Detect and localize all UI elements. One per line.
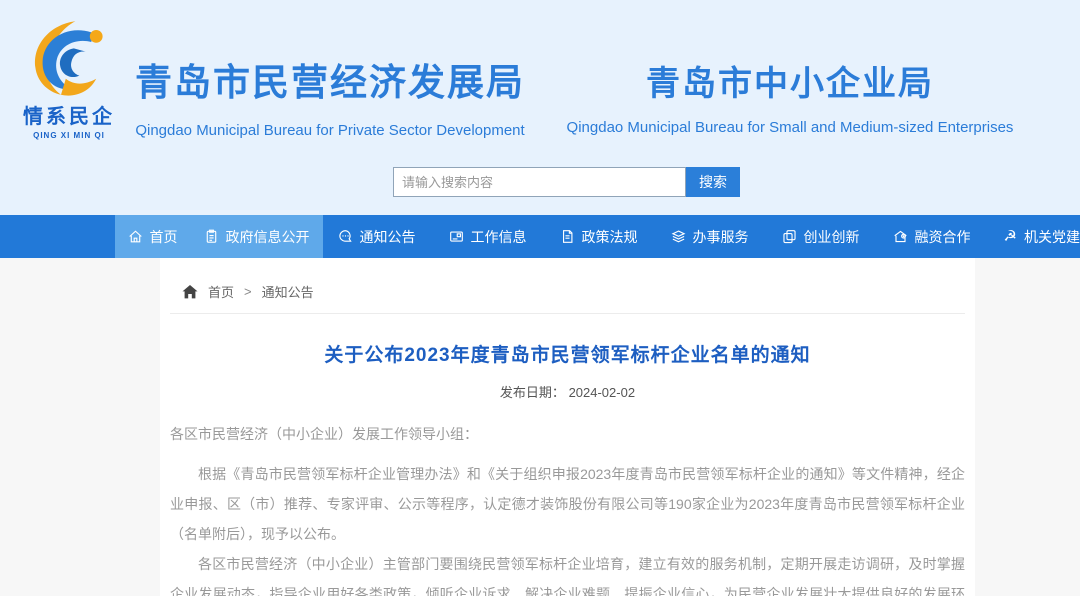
nav-label: 通知公告: [360, 227, 416, 247]
nav-label: 机关党建: [1024, 227, 1080, 247]
org-left-subtitle: Qingdao Municipal Bureau for Private Sec…: [130, 122, 530, 139]
home-icon: [128, 229, 143, 244]
org-left: 青岛市民营经济发展局 Qingdao Municipal Bureau for …: [130, 52, 530, 139]
search-bar: 搜索: [393, 167, 740, 197]
site-logo: 情系民企 QING XI MIN QI: [10, 18, 128, 140]
nav-item-innovation[interactable]: 创业创新: [782, 227, 860, 247]
article-body: 各区市民营经济（中小企业）发展工作领导小组： 根据《青岛市民营领军标杆企业管理办…: [170, 419, 965, 596]
breadcrumb-current[interactable]: 通知公告: [262, 282, 314, 301]
nav-item-work-info[interactable]: 工作信息: [449, 227, 527, 247]
nav-item-financing[interactable]: 融资合作: [893, 227, 971, 247]
nav-label: 政府信息公开: [226, 227, 310, 247]
layers-icon: [671, 229, 686, 244]
main-nav: 首页 政府信息公开 通知公告 工作信息 政策法规: [0, 215, 1080, 258]
nav-spacer: [0, 215, 115, 258]
nav-item-policies[interactable]: 政策法规: [560, 227, 638, 247]
nav-highlight-segment: 首页 政府信息公开: [115, 215, 323, 258]
party-icon: ☭: [1004, 229, 1017, 244]
article-paragraph-2: 各区市民营经济（中小企业）主管部门要围绕民营领军标杆企业培育，建立有效的服务机制…: [170, 549, 965, 596]
nav-label: 首页: [150, 227, 178, 247]
bank-icon: [893, 229, 908, 244]
nav-label: 创业创新: [804, 227, 860, 247]
org-right: 青岛市中小企业局 Qingdao Municipal Bureau for Sm…: [545, 56, 1035, 136]
org-right-subtitle: Qingdao Municipal Bureau for Small and M…: [545, 119, 1035, 136]
nav-item-services[interactable]: 办事服务: [671, 227, 749, 247]
site-header: 情系民企 QING XI MIN QI 青岛市民营经济发展局 Qingdao M…: [0, 0, 1080, 215]
logo-emblem-icon: [25, 18, 113, 98]
clipboard-icon: [204, 229, 219, 244]
nav-rest-segment: 通知公告 工作信息 政策法规 办事服务 创业创新: [338, 215, 1080, 258]
article-paragraph-1: 根据《青岛市民营领军标杆企业管理办法》和《关于组织申报2023年度青岛市民营领军…: [170, 459, 965, 549]
nav-item-notices[interactable]: 通知公告: [338, 227, 416, 247]
article-salutation: 各区市民营经济（中小企业）发展工作领导小组：: [170, 419, 965, 449]
monitor-icon: [449, 229, 464, 244]
main-area: 首页 > 通知公告 关于公布2023年度青岛市民营领军标杆企业名单的通知 发布日…: [0, 258, 1080, 596]
logo-text-en: QING XI MIN QI: [10, 131, 128, 140]
document-icon: [560, 229, 575, 244]
search-button[interactable]: 搜索: [686, 167, 740, 197]
nav-label: 工作信息: [471, 227, 527, 247]
article-title: 关于公布2023年度青岛市民营领军标杆企业名单的通知: [170, 340, 965, 367]
breadcrumb-home-icon: [182, 285, 198, 299]
nav-item-party-building[interactable]: ☭ 机关党建: [1004, 227, 1080, 247]
breadcrumb: 首页 > 通知公告: [170, 258, 965, 314]
breadcrumb-home[interactable]: 首页: [208, 282, 234, 301]
nav-item-gov-info[interactable]: 政府信息公开: [204, 227, 310, 247]
breadcrumb-separator: >: [244, 284, 252, 299]
article-date-label: 发布日期：: [500, 385, 565, 400]
copy-icon: [782, 229, 797, 244]
nav-item-home[interactable]: 首页: [128, 227, 178, 247]
nav-label: 融资合作: [915, 227, 971, 247]
article-date-row: 发布日期： 2024-02-02: [170, 382, 965, 401]
article-date-value: 2024-02-02: [569, 385, 636, 400]
org-left-title: 青岛市民营经济发展局: [130, 52, 530, 106]
logo-text-cn: 情系民企: [10, 100, 128, 129]
chat-bubble-icon: [338, 229, 353, 244]
search-input[interactable]: [393, 167, 686, 197]
nav-label: 办事服务: [693, 227, 749, 247]
nav-label: 政策法规: [582, 227, 638, 247]
content-card: 首页 > 通知公告 关于公布2023年度青岛市民营领军标杆企业名单的通知 发布日…: [160, 258, 975, 596]
org-right-title: 青岛市中小企业局: [545, 56, 1035, 105]
